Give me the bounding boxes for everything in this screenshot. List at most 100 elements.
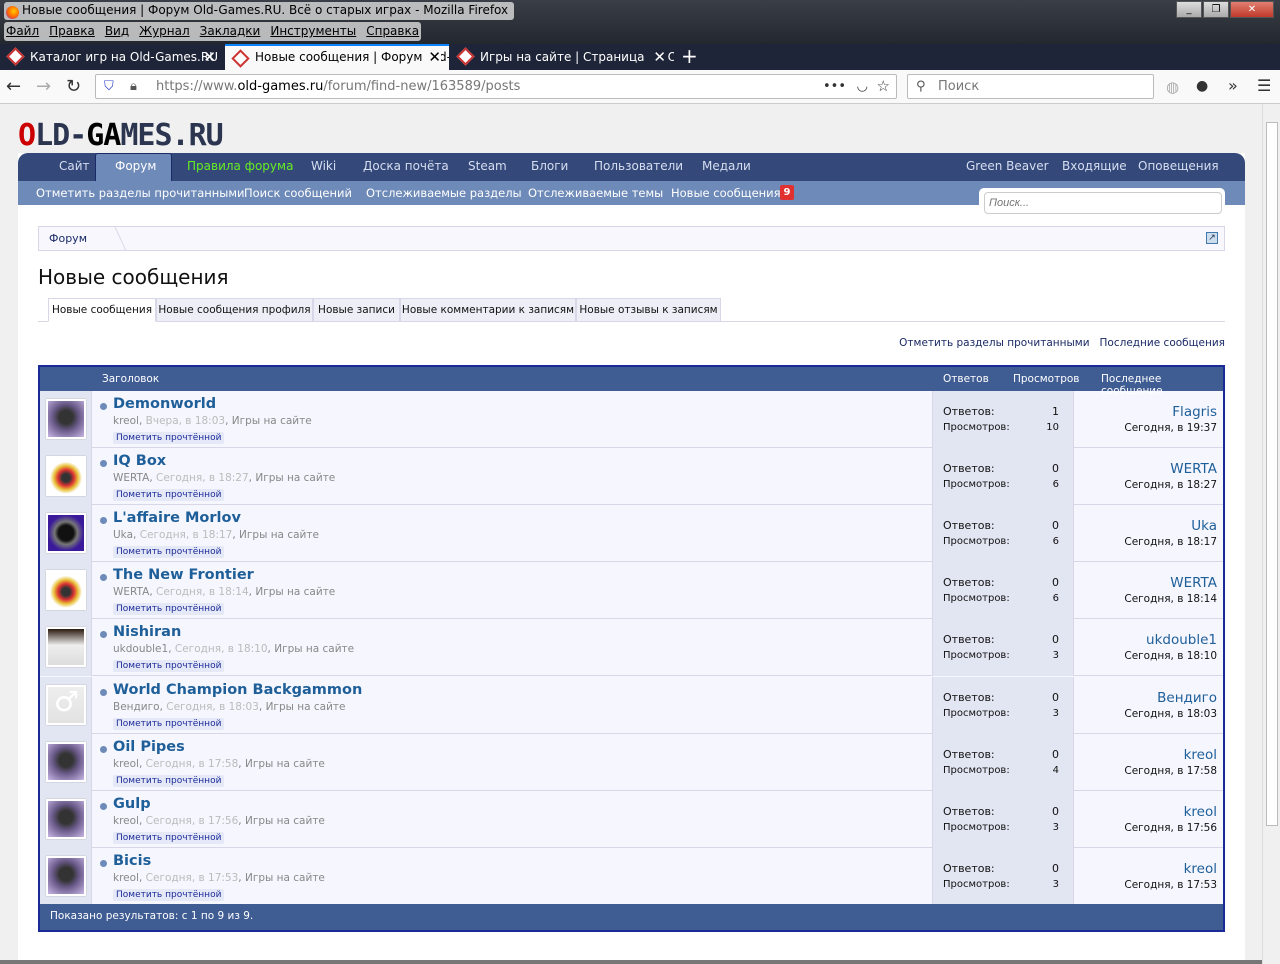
mark-read-button[interactable]: Пометить прочтённой: [113, 432, 225, 444]
thread-title-link[interactable]: World Champion Backgammon: [113, 682, 362, 698]
last-post-user-link[interactable]: Вендиго: [1124, 690, 1217, 706]
new-tab-button[interactable]: +: [681, 44, 698, 68]
thread-author-link[interactable]: Вендиго: [113, 701, 160, 713]
last-post-user-link[interactable]: ukdouble1: [1124, 632, 1217, 648]
thread-author-link[interactable]: WERTA: [113, 472, 149, 484]
menu-bookmarks[interactable]: Закладки: [200, 24, 261, 41]
tab-new-posts[interactable]: Новые сообщения: [48, 298, 156, 322]
nav-honor-board[interactable]: Доска почёта: [363, 159, 449, 173]
thread-title-link[interactable]: IQ Box: [113, 453, 166, 469]
nav-inbox[interactable]: Входящие: [1062, 159, 1127, 173]
back-icon[interactable]: ←: [6, 76, 21, 97]
subnav-watched-forums[interactable]: Отслеживаемые разделы: [366, 186, 522, 200]
last-post-date-link[interactable]: Сегодня, в 18:10: [1124, 650, 1217, 662]
thread-date[interactable]: Сегодня, в 18:14: [156, 586, 249, 598]
close-tab-icon[interactable]: ✕: [649, 44, 666, 70]
browser-tab[interactable]: Каталог игр на Old-Games.RU ✕: [0, 44, 224, 70]
close-window-button[interactable]: ✕: [1230, 1, 1274, 18]
thread-forum-link[interactable]: Игры на сайте: [245, 872, 325, 884]
nav-alerts[interactable]: Оповещения: [1138, 159, 1219, 173]
close-tab-icon[interactable]: ✕: [203, 44, 216, 70]
breadcrumb-forum[interactable]: Форум: [49, 232, 87, 245]
last-post-user-link[interactable]: Flagris: [1124, 404, 1217, 420]
avatar[interactable]: [46, 855, 86, 896]
thread-author-link[interactable]: WERTA: [113, 586, 149, 598]
last-post-user-link[interactable]: Uka: [1124, 518, 1217, 534]
nav-user-account[interactable]: Green Beaver: [966, 159, 1049, 173]
thread-forum-link[interactable]: Игры на сайте: [255, 586, 335, 598]
last-post-user-link[interactable]: WERTA: [1124, 461, 1217, 477]
thread-date[interactable]: Сегодня, в 18:03: [166, 701, 259, 713]
thread-date[interactable]: Сегодня, в 18:27: [156, 472, 249, 484]
browser-search-input[interactable]: ⚲ Поиск: [907, 74, 1154, 99]
thread-date[interactable]: Сегодня, в 17:56: [146, 815, 239, 827]
globe-icon[interactable]: ◍: [1166, 78, 1179, 96]
vertical-scrollbar[interactable]: [1262, 104, 1280, 964]
subnav-mark-read[interactable]: Отметить разделы прочитанными: [36, 186, 245, 200]
tab-new-reviews[interactable]: Новые отзывы к записям: [576, 298, 721, 322]
thread-author-link[interactable]: kreol: [113, 415, 139, 427]
mark-read-button[interactable]: Пометить прочтённой: [113, 831, 225, 844]
hamburger-menu-icon[interactable]: ☰: [1257, 76, 1271, 95]
avatar[interactable]: [46, 570, 86, 611]
mark-read-button[interactable]: Пометить прочтённой: [113, 489, 225, 502]
mark-forums-read-link[interactable]: Отметить разделы прочитанными: [899, 337, 1089, 349]
tab-profile-posts[interactable]: Новые сообщения профиля: [156, 298, 313, 322]
header-replies[interactable]: Ответов: [943, 373, 989, 385]
close-tab-icon[interactable]: ✕: [424, 46, 441, 68]
thread-title-link[interactable]: Oil Pipes: [113, 739, 185, 755]
last-post-date-link[interactable]: Сегодня, в 18:14: [1124, 593, 1217, 605]
nav-users[interactable]: Пользователи: [594, 159, 683, 173]
thread-forum-link[interactable]: Игры на сайте: [266, 701, 346, 713]
thread-forum-link[interactable]: Игры на сайте: [245, 758, 325, 770]
thread-date[interactable]: Сегодня, в 18:17: [140, 529, 233, 541]
thread-title-link[interactable]: L'affaire Morlov: [113, 510, 241, 526]
browser-tab[interactable]: Игры на сайте | Страница 2 | Old-Games.R…: [450, 44, 674, 70]
thread-forum-link[interactable]: Игры на сайте: [245, 815, 325, 827]
thread-author-link[interactable]: kreol: [113, 815, 139, 827]
mark-read-button[interactable]: Пометить прочтённой: [113, 774, 225, 787]
mark-read-button[interactable]: Пометить прочтённой: [113, 660, 225, 673]
nav-wiki[interactable]: Wiki: [311, 159, 336, 173]
menu-edit[interactable]: Правка: [49, 24, 95, 41]
last-post-date-link[interactable]: Сегодня, в 17:53: [1124, 879, 1217, 891]
thread-title-link[interactable]: Nishiran: [113, 624, 181, 640]
avatar[interactable]: [46, 456, 86, 497]
thread-title-link[interactable]: Demonworld: [113, 396, 216, 412]
external-link-icon[interactable]: ↗: [1206, 232, 1218, 244]
last-post-date-link[interactable]: Сегодня, в 19:37: [1124, 422, 1217, 434]
avatar[interactable]: [46, 399, 86, 439]
avatar[interactable]: [46, 627, 86, 668]
mark-read-button[interactable]: Пометить прочтённой: [113, 546, 225, 559]
last-post-date-link[interactable]: Сегодня, в 17:58: [1124, 765, 1217, 777]
avatar[interactable]: [46, 741, 86, 782]
nav-rules[interactable]: Правила форума: [187, 159, 293, 173]
last-post-user-link[interactable]: WERTA: [1124, 575, 1217, 591]
last-post-date-link[interactable]: Сегодня, в 17:56: [1124, 822, 1217, 834]
minimize-button[interactable]: _: [1176, 1, 1202, 18]
header-views[interactable]: Просмотров: [1013, 373, 1080, 385]
menu-view[interactable]: Вид: [105, 24, 129, 41]
bookmark-star-icon[interactable]: ☆: [877, 75, 890, 98]
thread-date[interactable]: Вчера, в 18:03: [146, 415, 225, 427]
tab-new-comments[interactable]: Новые комментарии к записям: [400, 298, 576, 322]
thread-forum-link[interactable]: Игры на сайте: [232, 415, 312, 427]
last-post-user-link[interactable]: kreol: [1124, 804, 1217, 820]
thread-title-link[interactable]: The New Frontier: [113, 567, 254, 583]
mark-read-button[interactable]: Пометить прочтённой: [113, 717, 225, 730]
thread-forum-link[interactable]: Игры на сайте: [239, 529, 319, 541]
url-bar[interactable]: ⛉ 🔒︎ https://www.old-games.ru/forum/find…: [95, 74, 897, 99]
thread-author-link[interactable]: kreol: [113, 758, 139, 770]
subnav-search-posts[interactable]: Поиск сообщений: [244, 186, 352, 200]
more-icon[interactable]: •••: [823, 75, 846, 98]
menu-help[interactable]: Справка: [366, 24, 419, 41]
last-post-date-link[interactable]: Сегодня, в 18:17: [1124, 536, 1217, 548]
last-post-user-link[interactable]: kreol: [1124, 747, 1217, 763]
subnav-watched-threads[interactable]: Отслеживаемые темы: [528, 186, 663, 200]
thread-title-link[interactable]: Gulp: [113, 796, 151, 812]
header-title[interactable]: Заголовок: [102, 373, 159, 385]
thread-date[interactable]: Сегодня, в 18:10: [175, 643, 268, 655]
thread-author-link[interactable]: ukdouble1: [113, 643, 168, 655]
subnav-new-posts[interactable]: Новые сообщения: [671, 186, 781, 200]
nav-blogs[interactable]: Блоги: [531, 159, 568, 173]
